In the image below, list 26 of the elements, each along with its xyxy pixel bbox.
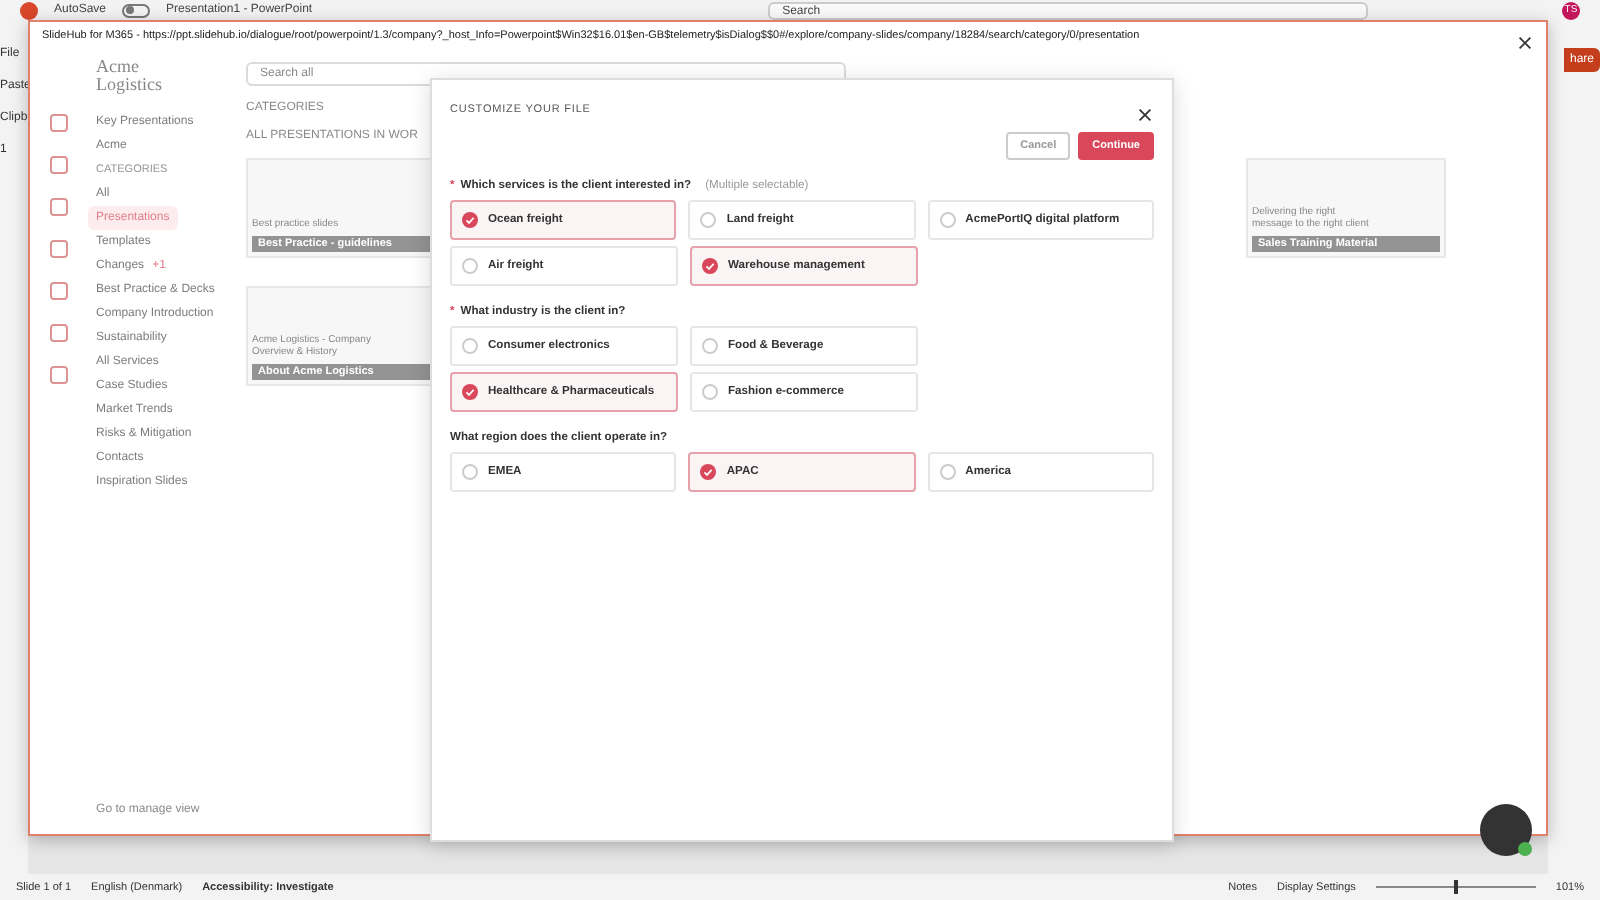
radio-circle-icon — [702, 384, 718, 400]
nav-icon[interactable] — [50, 324, 69, 342]
close-icon[interactable] — [1136, 106, 1154, 124]
check-icon — [700, 464, 717, 480]
brand-name: Logistics — [96, 76, 163, 94]
zoom-thumb[interactable] — [1453, 880, 1458, 894]
check-icon — [702, 258, 718, 274]
radio-circle-icon — [939, 464, 956, 480]
check-icon — [462, 384, 478, 400]
check-icon — [462, 212, 478, 228]
radio-circle-icon — [462, 338, 478, 354]
brand-name: Acme — [96, 58, 142, 76]
radio-circle-icon — [702, 338, 718, 354]
nav-icon[interactable] — [50, 366, 69, 384]
radio-circle-icon — [462, 258, 478, 274]
nav-icon[interactable] — [50, 240, 69, 258]
radio-circle-icon — [700, 212, 717, 228]
nav-icon[interactable] — [50, 156, 69, 174]
autosave-toggle[interactable] — [122, 3, 151, 17]
close-icon[interactable] — [1516, 33, 1534, 51]
nav-icon[interactable] — [50, 114, 69, 132]
nav-icon[interactable] — [50, 282, 69, 300]
radio-circle-icon — [462, 464, 478, 480]
radio-circle-icon — [939, 212, 956, 228]
nav-icon[interactable] — [50, 198, 69, 216]
app-logo-icon — [20, 1, 38, 19]
